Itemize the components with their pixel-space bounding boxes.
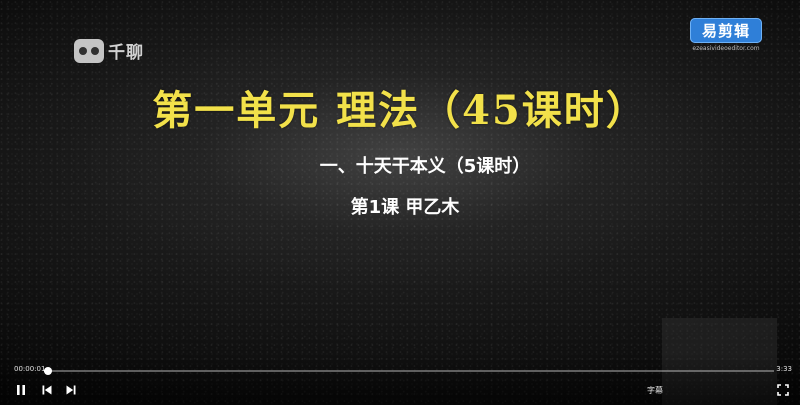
editor-watermark: 易剪辑 ezeasivideoeditor.com — [690, 18, 762, 52]
editor-watermark-url: ezeasivideoeditor.com — [692, 45, 760, 52]
skip-next-icon — [66, 385, 76, 395]
pause-button[interactable] — [14, 383, 28, 397]
qianliao-watermark-text: 千聊 — [108, 43, 144, 63]
qianliao-logo-icon — [74, 38, 104, 63]
fullscreen-button[interactable] — [776, 383, 790, 397]
progress-bar[interactable] — [43, 367, 774, 375]
total-time: 3:33 — [776, 365, 792, 373]
qianliao-watermark: 千聊 — [74, 38, 144, 63]
slide-lesson: 第1课 甲乙木 — [350, 197, 460, 218]
pause-icon — [17, 385, 25, 395]
progress-handle[interactable] — [43, 367, 52, 375]
current-time: 00:00:01 — [14, 365, 46, 373]
slide-subtitle: 一、十天干本义（5课时） — [319, 156, 531, 177]
previous-button[interactable] — [40, 383, 54, 397]
subtitles-button[interactable]: 字幕 — [647, 385, 663, 396]
next-button[interactable] — [64, 383, 78, 397]
editor-watermark-badge: 易剪辑 — [690, 18, 762, 43]
player-control-bar — [0, 355, 800, 405]
skip-previous-icon — [42, 385, 52, 395]
video-frame[interactable]: 千聊 易剪辑 ezeasivideoeditor.com 第一单元 理法（45课… — [0, 0, 800, 405]
fullscreen-icon — [777, 384, 789, 396]
slide-title: 第一单元 理法（45课时） — [152, 87, 648, 134]
